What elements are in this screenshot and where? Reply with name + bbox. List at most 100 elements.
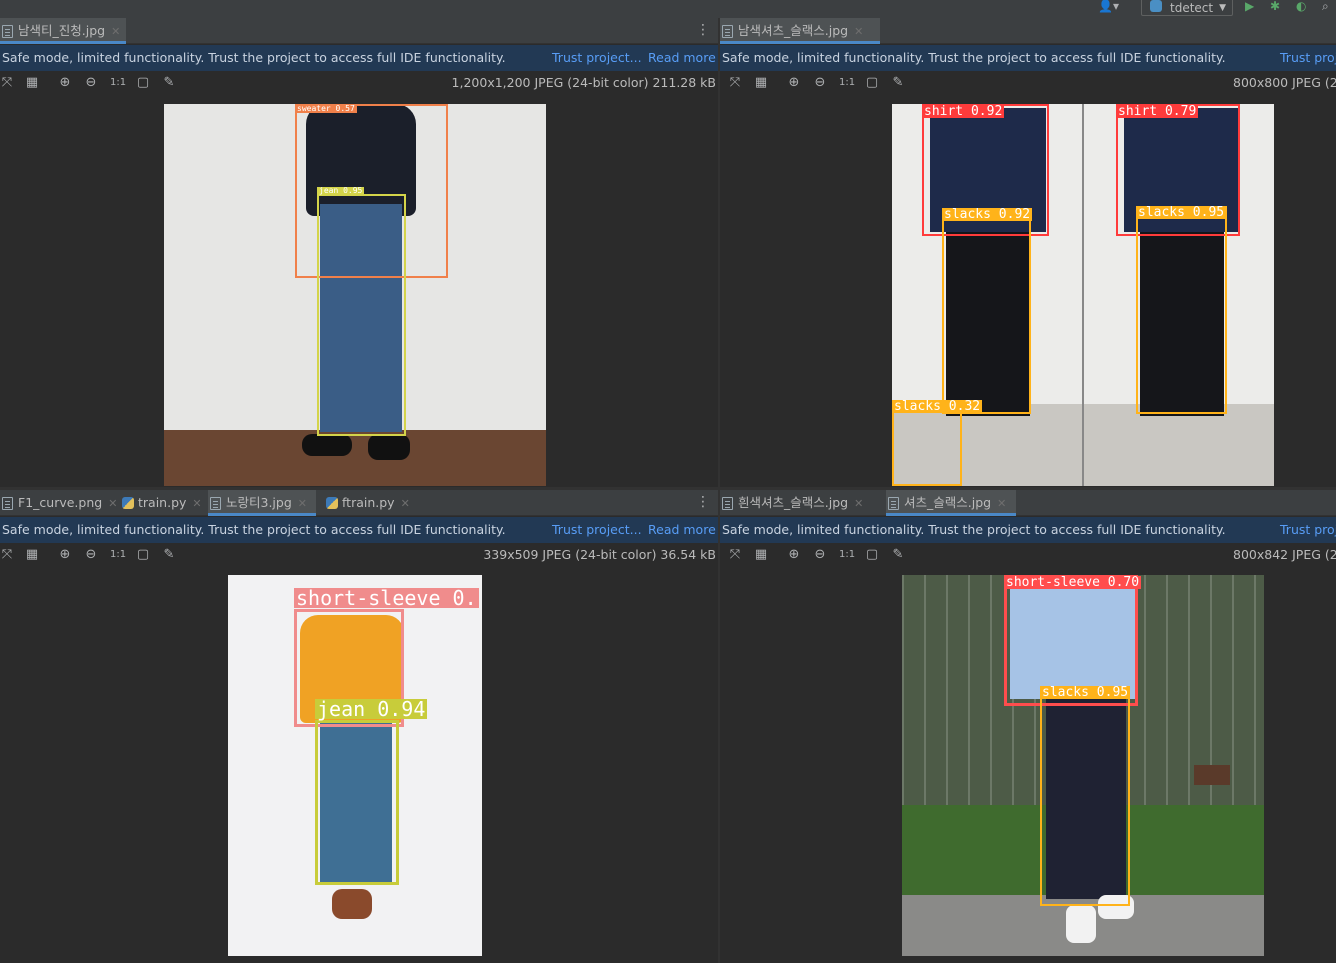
tab-f1-curve[interactable]: F1_curve.png ✕ [0, 490, 117, 516]
tab-label: 노랑티3.jpg [226, 495, 292, 510]
image-file-icon [888, 497, 899, 510]
bbox-label: shirt 0.92 [922, 104, 1005, 119]
bbox-label: sweater 0.57 [295, 104, 357, 113]
bbox-label: short-sleeve 0. [294, 586, 479, 610]
zoom-in-icon[interactable]: ⊕ [58, 76, 72, 90]
coverage-icon[interactable]: ◐ [1296, 0, 1306, 14]
bbox-slacks: slacks 0.95 [1136, 206, 1227, 414]
more-options-icon[interactable]: ⋮ [696, 23, 710, 37]
close-icon[interactable]: ✕ [854, 497, 863, 510]
image-preview: short-sleeve 0.70 slacks 0.95 [902, 575, 1264, 956]
tab-bar: 흰색셔츠_슬랙스.jpg ✕ 셔츠_슬랙스.jpg ✕ [720, 490, 1336, 516]
close-icon[interactable]: ✕ [854, 25, 863, 38]
fit-zoom-icon[interactable]: ⤧ [0, 76, 14, 90]
tab-image-file[interactable]: 노랑티3.jpg ✕ [208, 490, 316, 516]
fit-window-icon[interactable]: ▢ [136, 76, 150, 90]
tab-bar: F1_curve.png ✕ train.py ✕ 노랑티3.jpg ✕ ftrain… [0, 490, 718, 516]
close-icon[interactable]: ✕ [192, 497, 201, 510]
safe-mode-banner: Safe mode, limited functionality. Trust … [720, 517, 1336, 543]
close-icon[interactable]: ✕ [997, 497, 1006, 510]
grid-icon[interactable]: ▦ [25, 548, 39, 562]
bbox-label: slacks 0.95 [1040, 685, 1131, 700]
grid-icon[interactable]: ▦ [754, 548, 768, 562]
editor-pane-bottom-left: F1_curve.png ✕ train.py ✕ 노랑티3.jpg ✕ ftrain… [0, 490, 718, 963]
shoe [332, 889, 372, 919]
color-picker-icon[interactable]: ✎ [162, 548, 176, 562]
image-info: 800x842 JPEG (24- [1233, 547, 1336, 562]
pane-splitter-vertical[interactable] [718, 18, 720, 963]
tab-label: 흰색셔츠_슬랙스.jpg [738, 495, 849, 510]
image-toolbar: ⤧ ▦ ⊕ ⊖ 1:1 ▢ ✎ 1,200x1,200 JPEG (24-bit… [0, 71, 718, 95]
fit-zoom-icon[interactable]: ⤧ [728, 76, 742, 90]
image-info: 1,200x1,200 JPEG (24-bit color) 211.28 k… [451, 75, 716, 90]
color-picker-icon[interactable]: ✎ [162, 76, 176, 90]
account-icon[interactable]: 👤▾ [1098, 0, 1119, 14]
close-icon[interactable]: ✕ [401, 497, 410, 510]
floor [164, 430, 546, 486]
tab-train-py[interactable]: train.py ✕ [120, 490, 202, 516]
fit-zoom-icon[interactable]: ⤧ [728, 548, 742, 562]
bbox-label: short-sleeve 0.70 [1004, 575, 1142, 590]
tab-label: 남색셔츠_슬랙스.jpg [738, 23, 849, 38]
tab-bar: 남색셔츠_슬랙스.jpg ✕ [720, 18, 1336, 44]
color-picker-icon[interactable]: ✎ [891, 548, 905, 562]
run-config-label: tdetect [1170, 1, 1214, 15]
image-file-icon [722, 497, 733, 510]
tab-label: F1_curve.png [18, 495, 103, 510]
zoom-in-icon[interactable]: ⊕ [58, 548, 72, 562]
zoom-in-icon[interactable]: ⊕ [787, 76, 801, 90]
grid-icon[interactable]: ▦ [25, 76, 39, 90]
actual-size-icon[interactable]: 1:1 [110, 548, 126, 562]
safe-mode-banner: Safe mode, limited functionality. Trust … [720, 45, 1336, 71]
debug-icon[interactable]: ✱ [1270, 0, 1280, 14]
close-icon[interactable]: ✕ [108, 497, 117, 510]
zoom-in-icon[interactable]: ⊕ [787, 548, 801, 562]
image-toolbar: ⤧ ▦ ⊕ ⊖ 1:1 ▢ ✎ 800x842 JPEG (24- [720, 543, 1336, 567]
fit-window-icon[interactable]: ▢ [865, 76, 879, 90]
grid-icon[interactable]: ▦ [754, 76, 768, 90]
fit-window-icon[interactable]: ▢ [865, 548, 879, 562]
tab-image-file[interactable]: 셔츠_슬랙스.jpg ✕ [886, 490, 1016, 516]
trust-project-link[interactable]: Trust proje [1280, 517, 1336, 543]
trust-project-link[interactable]: Trust project... [552, 45, 642, 71]
search-icon[interactable]: ⌕ [1322, 0, 1329, 14]
safe-mode-banner: Safe mode, limited functionality. Trust … [0, 45, 718, 71]
zoom-out-icon[interactable]: ⊖ [813, 548, 827, 562]
image-file-icon [2, 25, 13, 38]
actual-size-icon[interactable]: 1:1 [839, 76, 855, 90]
close-icon[interactable]: ✕ [111, 25, 120, 38]
pane-splitter-horizontal[interactable] [0, 487, 1336, 490]
actual-size-icon[interactable]: 1:1 [839, 548, 855, 562]
trust-project-link[interactable]: Trust proje [1280, 45, 1336, 71]
trust-project-link[interactable]: Trust project... [552, 517, 642, 543]
zoom-out-icon[interactable]: ⊖ [813, 76, 827, 90]
bbox-label: slacks 0.32 [892, 399, 983, 414]
editor-pane-top-left: 남색티_진청.jpg ✕ ⋮ Safe mode, limited functio… [0, 18, 718, 487]
bbox-jean: jean 0.95 [317, 187, 406, 436]
image-file-icon [2, 497, 13, 510]
fit-window-icon[interactable]: ▢ [136, 548, 150, 562]
tab-white-shirt-image[interactable]: 흰색셔츠_슬랙스.jpg ✕ [720, 490, 878, 516]
shoe [368, 434, 410, 460]
zoom-out-icon[interactable]: ⊖ [84, 76, 98, 90]
banner-message: Safe mode, limited functionality. Trust … [722, 522, 1226, 537]
zoom-out-icon[interactable]: ⊖ [84, 548, 98, 562]
tab-image-file[interactable]: 남색셔츠_슬랙스.jpg ✕ [720, 18, 880, 44]
tab-ftrain-py[interactable]: ftrain.py ✕ [324, 490, 410, 516]
tab-image-file[interactable]: 남색티_진청.jpg ✕ [0, 18, 126, 44]
run-configuration-select[interactable]: tdetect ▼ [1141, 0, 1233, 16]
run-icon[interactable]: ▶ [1245, 0, 1254, 14]
banner-message: Safe mode, limited functionality. Trust … [2, 522, 506, 537]
color-picker-icon[interactable]: ✎ [891, 76, 905, 90]
fit-zoom-icon[interactable]: ⤧ [0, 548, 14, 562]
close-icon[interactable]: ✕ [298, 497, 307, 510]
image-preview: sweater 0.57 jean 0.95 [164, 104, 546, 486]
image-split [1082, 104, 1084, 486]
image-preview: short-sleeve 0. jean 0.94 [228, 575, 482, 956]
read-more-link[interactable]: Read more [648, 45, 716, 71]
actual-size-icon[interactable]: 1:1 [110, 76, 126, 90]
read-more-link[interactable]: Read more [648, 517, 716, 543]
bbox-label: slacks 0.95 [1136, 205, 1227, 220]
more-options-icon[interactable]: ⋮ [696, 495, 710, 509]
tab-bar: 남색티_진청.jpg ✕ ⋮ [0, 18, 718, 44]
